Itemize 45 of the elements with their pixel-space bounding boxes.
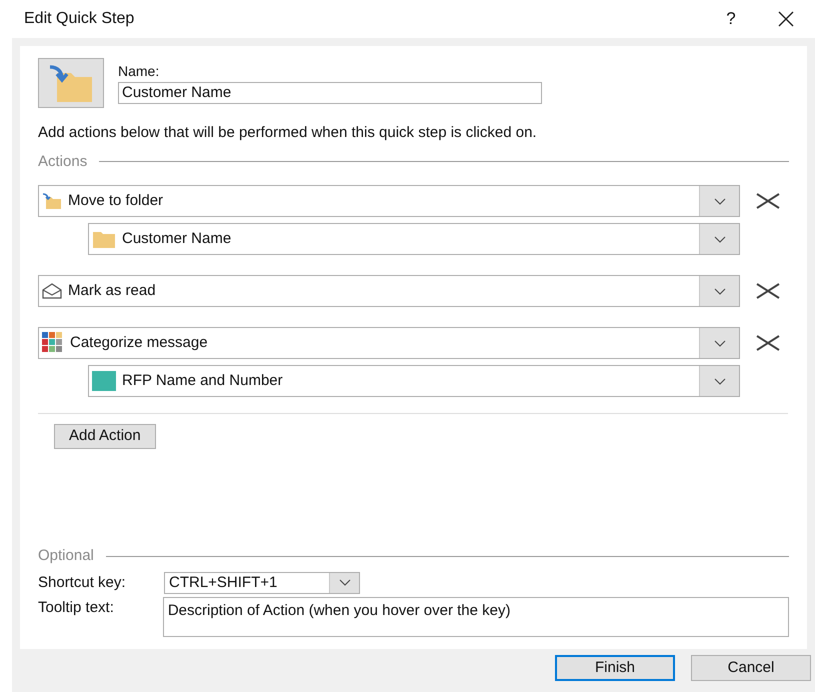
action-dropdown[interactable]: RFP Name and Number: [88, 365, 740, 397]
close-icon: [756, 335, 780, 351]
remove-action-button[interactable]: [756, 335, 780, 351]
section-heading: Actions: [38, 152, 88, 172]
chevron-down-icon: [338, 579, 350, 586]
name-field[interactable]: Customer Name: [118, 82, 542, 104]
tooltip-label: Tooltip text:: [38, 598, 115, 618]
folder-arrow-icon: [48, 63, 94, 103]
action-dropdown[interactable]: Categorize message: [38, 327, 740, 359]
folder-arrow-icon: [42, 193, 62, 209]
action-dropdown[interactable]: Customer Name: [88, 223, 740, 255]
color-grid-icon: [42, 332, 64, 354]
close-icon: [756, 283, 780, 299]
help-button[interactable]: ?: [711, 6, 751, 32]
dialog-button[interactable]: Cancel: [691, 655, 811, 681]
dropdown-value: Mark as read: [68, 280, 157, 301]
close-icon[interactable]: [777, 10, 795, 28]
tooltip-field[interactable]: Description of Action (when you hover over the key): [162, 597, 789, 637]
chevron-down-icon: [714, 236, 726, 242]
shortcut-label: Shortcut key:: [38, 572, 127, 592]
chevron-down-icon: [714, 340, 726, 346]
dialog-button[interactable]: Finish: [555, 655, 675, 681]
instructions-text: Add actions below that will be performed when this quick step is clicked on.: [38, 123, 538, 143]
close-icon: [756, 193, 780, 209]
folder-icon: [92, 230, 116, 248]
dropdown-value: Customer Name: [122, 228, 232, 249]
dropdown-value: CTRL+SHIFT+1: [168, 572, 278, 592]
dropdown-value: RFP Name and Number: [122, 370, 284, 391]
dropdown-value: Categorize message: [70, 332, 209, 353]
envelope-icon: [42, 283, 62, 299]
chevron-down-icon: [714, 198, 726, 204]
remove-action-button[interactable]: [756, 193, 780, 209]
section-heading: Optional: [38, 546, 94, 566]
name-label: Name:: [118, 62, 160, 81]
action-dropdown[interactable]: Mark as read: [38, 275, 740, 307]
chevron-down-icon: [714, 378, 726, 384]
remove-action-button[interactable]: [756, 283, 780, 299]
quick-step-icon-button[interactable]: [38, 58, 104, 108]
window-title: Edit Quick Step: [24, 9, 136, 29]
add-action-button[interactable]: Add Action: [54, 424, 156, 449]
dropdown-value: Move to folder: [68, 190, 164, 211]
action-dropdown[interactable]: Move to folder: [38, 185, 740, 217]
dropdown-arrow-button[interactable]: [329, 572, 359, 593]
shortcut-dropdown[interactable]: CTRL+SHIFT+1: [164, 572, 360, 594]
chevron-down-icon: [714, 288, 726, 294]
